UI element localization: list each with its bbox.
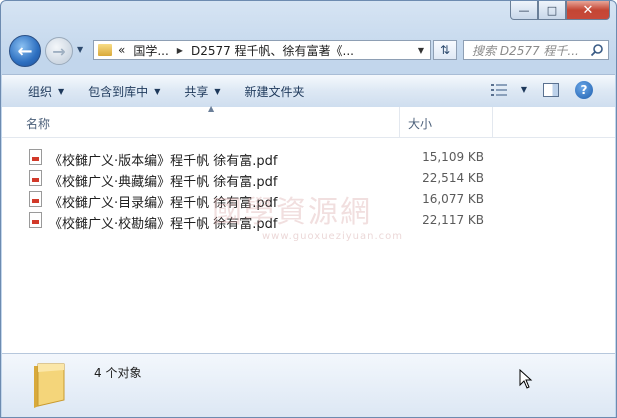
organize-menu[interactable]: 组织 ▼ bbox=[28, 83, 64, 100]
refresh-button[interactable]: ⇅ bbox=[433, 40, 457, 60]
folder-icon bbox=[98, 44, 112, 56]
address-bar[interactable]: « 国学... ▶ D2577 程千帆、徐有富著《... ▼ bbox=[93, 40, 431, 60]
caption-buttons: — □ ✕ bbox=[510, 1, 610, 21]
file-size: 15,109 KB bbox=[422, 150, 484, 164]
include-in-library-label: 包含到库中 bbox=[88, 84, 149, 99]
maximize-button[interactable]: □ bbox=[538, 1, 566, 20]
file-row[interactable]: 《校雠广义·校勘编》程千帆 徐有富.pdf 22,117 KB bbox=[2, 210, 615, 232]
file-name: 《校雠广义·典藏编》程千帆 徐有富.pdf bbox=[49, 175, 278, 190]
navigation-bar: ← → ▼ « 国学... ▶ D2577 程千帆、徐有富著《... ▼ ⇅ 搜… bbox=[9, 31, 609, 67]
breadcrumb-item[interactable]: 国学... bbox=[133, 42, 168, 59]
new-folder-button[interactable]: 新建文件夹 bbox=[245, 83, 305, 100]
back-button[interactable]: ← bbox=[9, 35, 41, 67]
address-overflow[interactable]: « bbox=[118, 43, 125, 57]
include-in-library-menu[interactable]: 包含到库中 ▼ bbox=[88, 83, 160, 100]
file-list-pane: ▲ 名称 大小 《校雠广义·版本编》程千帆 徐有富.pdf 15,109 KB … bbox=[2, 104, 615, 353]
new-folder-label: 新建文件夹 bbox=[244, 84, 305, 99]
search-placeholder: 搜索 D2577 程千... bbox=[472, 43, 579, 58]
file-size: 16,077 KB bbox=[422, 192, 484, 206]
command-bar: 组织 ▼ 包含到库中 ▼ 共享 ▼ 新建文件夹 ▼ ? bbox=[2, 74, 615, 108]
breadcrumb-separator-icon[interactable]: ▶ bbox=[177, 46, 183, 55]
address-dropdown-icon[interactable]: ▼ bbox=[418, 46, 424, 55]
help-icon[interactable]: ? bbox=[575, 81, 593, 99]
view-options-icon[interactable] bbox=[491, 84, 507, 96]
pdf-file-icon bbox=[29, 212, 42, 228]
file-name: 《校雠广义·目录编》程千帆 徐有富.pdf bbox=[49, 196, 278, 211]
file-name: 《校雠广义·校勘编》程千帆 徐有富.pdf bbox=[49, 217, 278, 232]
file-list: 《校雠广义·版本编》程千帆 徐有富.pdf 15,109 KB 《校雠广义·典藏… bbox=[2, 147, 615, 232]
close-button[interactable]: ✕ bbox=[566, 1, 610, 20]
refresh-icon: ⇅ bbox=[439, 43, 451, 57]
sort-ascending-icon: ▲ bbox=[208, 104, 215, 113]
column-size[interactable]: 大小 bbox=[408, 115, 432, 132]
search-input[interactable]: 搜索 D2577 程千... bbox=[463, 40, 609, 60]
column-header: ▲ 名称 大小 bbox=[2, 104, 615, 138]
folder-large-icon bbox=[34, 363, 65, 408]
file-name: 《校雠广义·版本编》程千帆 徐有富.pdf bbox=[49, 154, 278, 169]
watermark-url: www.guoxueziyuan.com bbox=[262, 231, 403, 242]
file-size: 22,514 KB bbox=[422, 171, 484, 185]
forward-arrow-icon: → bbox=[52, 41, 66, 61]
pdf-file-icon bbox=[29, 191, 42, 207]
breadcrumb-item-current[interactable]: D2577 程千帆、徐有富著《... bbox=[191, 42, 354, 59]
organize-label: 组织 bbox=[28, 84, 53, 99]
share-menu[interactable]: 共享 ▼ bbox=[184, 83, 220, 100]
chevron-down-icon: ▼ bbox=[214, 86, 221, 96]
column-name[interactable]: 名称 bbox=[26, 115, 50, 132]
file-row[interactable]: 《校雠广义·目录编》程千帆 徐有富.pdf 16,077 KB bbox=[2, 189, 615, 211]
search-icon[interactable] bbox=[590, 43, 604, 57]
chevron-down-icon: ▼ bbox=[58, 86, 65, 96]
column-divider[interactable] bbox=[399, 107, 400, 137]
recent-pages-dropdown[interactable]: ▼ bbox=[77, 45, 83, 54]
view-dropdown-icon[interactable]: ▼ bbox=[521, 85, 527, 94]
file-size: 22,117 KB bbox=[422, 213, 484, 227]
back-arrow-icon: ← bbox=[17, 40, 33, 62]
file-row[interactable]: 《校雠广义·典藏编》程千帆 徐有富.pdf 22,514 KB bbox=[2, 168, 615, 190]
forward-button[interactable]: → bbox=[45, 37, 73, 65]
explorer-window: — □ ✕ ← → ▼ « 国学... ▶ D2577 程千帆、徐有富著《...… bbox=[0, 0, 617, 418]
pdf-file-icon bbox=[29, 149, 42, 165]
column-divider[interactable] bbox=[492, 107, 493, 137]
chevron-down-icon: ▼ bbox=[154, 86, 161, 96]
item-count: 4 个对象 bbox=[94, 366, 142, 380]
pdf-file-icon bbox=[29, 170, 42, 186]
minimize-button[interactable]: — bbox=[510, 1, 538, 20]
mouse-cursor-icon bbox=[519, 369, 533, 389]
preview-pane-icon[interactable] bbox=[543, 83, 559, 97]
file-row[interactable]: 《校雠广义·版本编》程千帆 徐有富.pdf 15,109 KB bbox=[2, 147, 615, 169]
share-label: 共享 bbox=[184, 84, 209, 99]
